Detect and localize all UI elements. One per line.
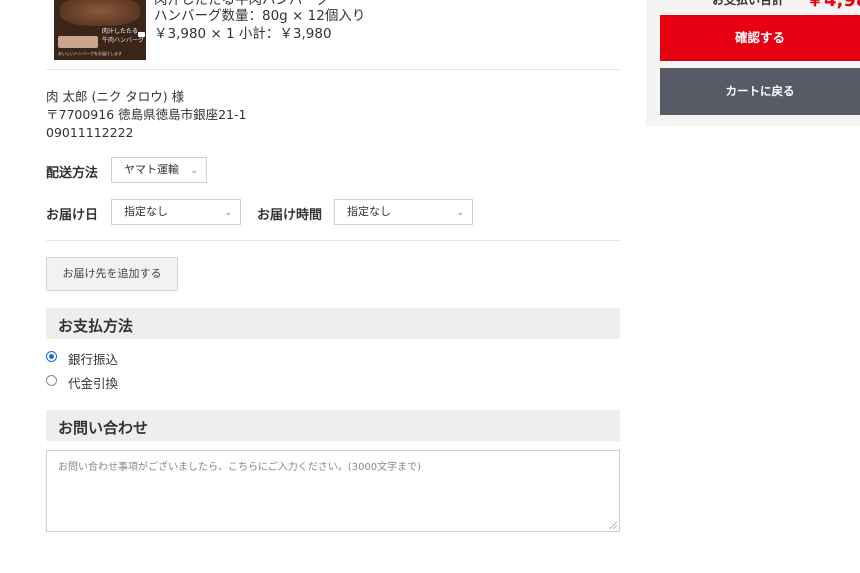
thumbnail-note: おいしいハンバーグをお届けします — [58, 51, 122, 56]
thumbnail-caption-2: 牛肉ハンバーグ — [102, 37, 145, 44]
confirm-button[interactable]: 確認する — [660, 15, 860, 61]
back-to-cart-button[interactable]: カートに戻る — [660, 68, 860, 115]
payment-option-label: 代金引換 — [68, 376, 119, 391]
divider — [46, 69, 620, 70]
chevron-down-icon: ⌄ — [456, 208, 464, 218]
total-label: お支払い合計 — [712, 0, 785, 7]
cow-icon — [138, 32, 145, 37]
divider — [46, 240, 620, 241]
tray-image — [58, 36, 98, 48]
resize-handle-icon[interactable] — [610, 522, 617, 529]
delivery-method-select[interactable]: ヤマト運輸 ⌄ — [111, 157, 207, 183]
product-name: 肉汁したたる牛肉ハンバーグ — [154, 0, 330, 8]
recipient-phone: 09011112222 — [46, 125, 134, 140]
add-destination-button[interactable]: お届け先を追加する — [46, 257, 178, 291]
delivery-date-label: お届け日 — [46, 208, 99, 223]
payment-section-header: お支払方法 — [46, 308, 620, 339]
product-quantity: ハンバーグ数量：80g × 12個入り — [154, 8, 366, 24]
payment-section-title: お支払方法 — [58, 317, 134, 335]
radio-button[interactable] — [46, 375, 57, 386]
thumbnail-caption-1: 肉汁したたる — [102, 28, 139, 35]
chevron-down-icon: ⌄ — [190, 166, 198, 176]
delivery-method-label: 配送方法 — [46, 166, 99, 181]
recipient-name: 肉 太郎 (ニク タロウ) 様 — [46, 89, 185, 104]
inquiry-section-header: お問い合わせ — [46, 410, 620, 441]
payment-option-label: 銀行振込 — [68, 352, 119, 367]
inquiry-section-title: お問い合わせ — [58, 419, 149, 437]
hamburger-image — [60, 0, 140, 26]
inquiry-textarea[interactable]: お問い合わせ事項がございましたら、こちらにご入力ください。(3000文字まで) — [46, 450, 620, 532]
product-price: ￥3,980 × 1 小計：￥3,980 — [154, 26, 332, 42]
total-value: ￥4,98 — [806, 0, 860, 11]
chevron-down-icon: ⌄ — [224, 208, 232, 218]
recipient-address: 〒7700916 徳島県徳島市銀座21-1 — [46, 107, 247, 122]
radio-button-selected[interactable] — [46, 351, 57, 362]
product-thumbnail: 肉汁したたる 牛肉ハンバーグ おいしいハンバーグをお届けします — [54, 0, 146, 60]
order-summary-panel: お支払い合計 ￥4,98 確認する カートに戻る — [646, 0, 860, 126]
inquiry-placeholder: お問い合わせ事項がございましたら、こちらにご入力ください。(3000文字まで) — [58, 462, 422, 473]
delivery-time-select[interactable]: 指定なし ⌄ — [334, 199, 473, 225]
delivery-date-value: 指定なし — [124, 205, 168, 218]
delivery-date-select[interactable]: 指定なし ⌄ — [111, 199, 241, 225]
delivery-method-value: ヤマト運輸 — [124, 163, 179, 176]
delivery-time-label: お届け時間 — [257, 208, 323, 223]
delivery-time-value: 指定なし — [347, 205, 391, 218]
